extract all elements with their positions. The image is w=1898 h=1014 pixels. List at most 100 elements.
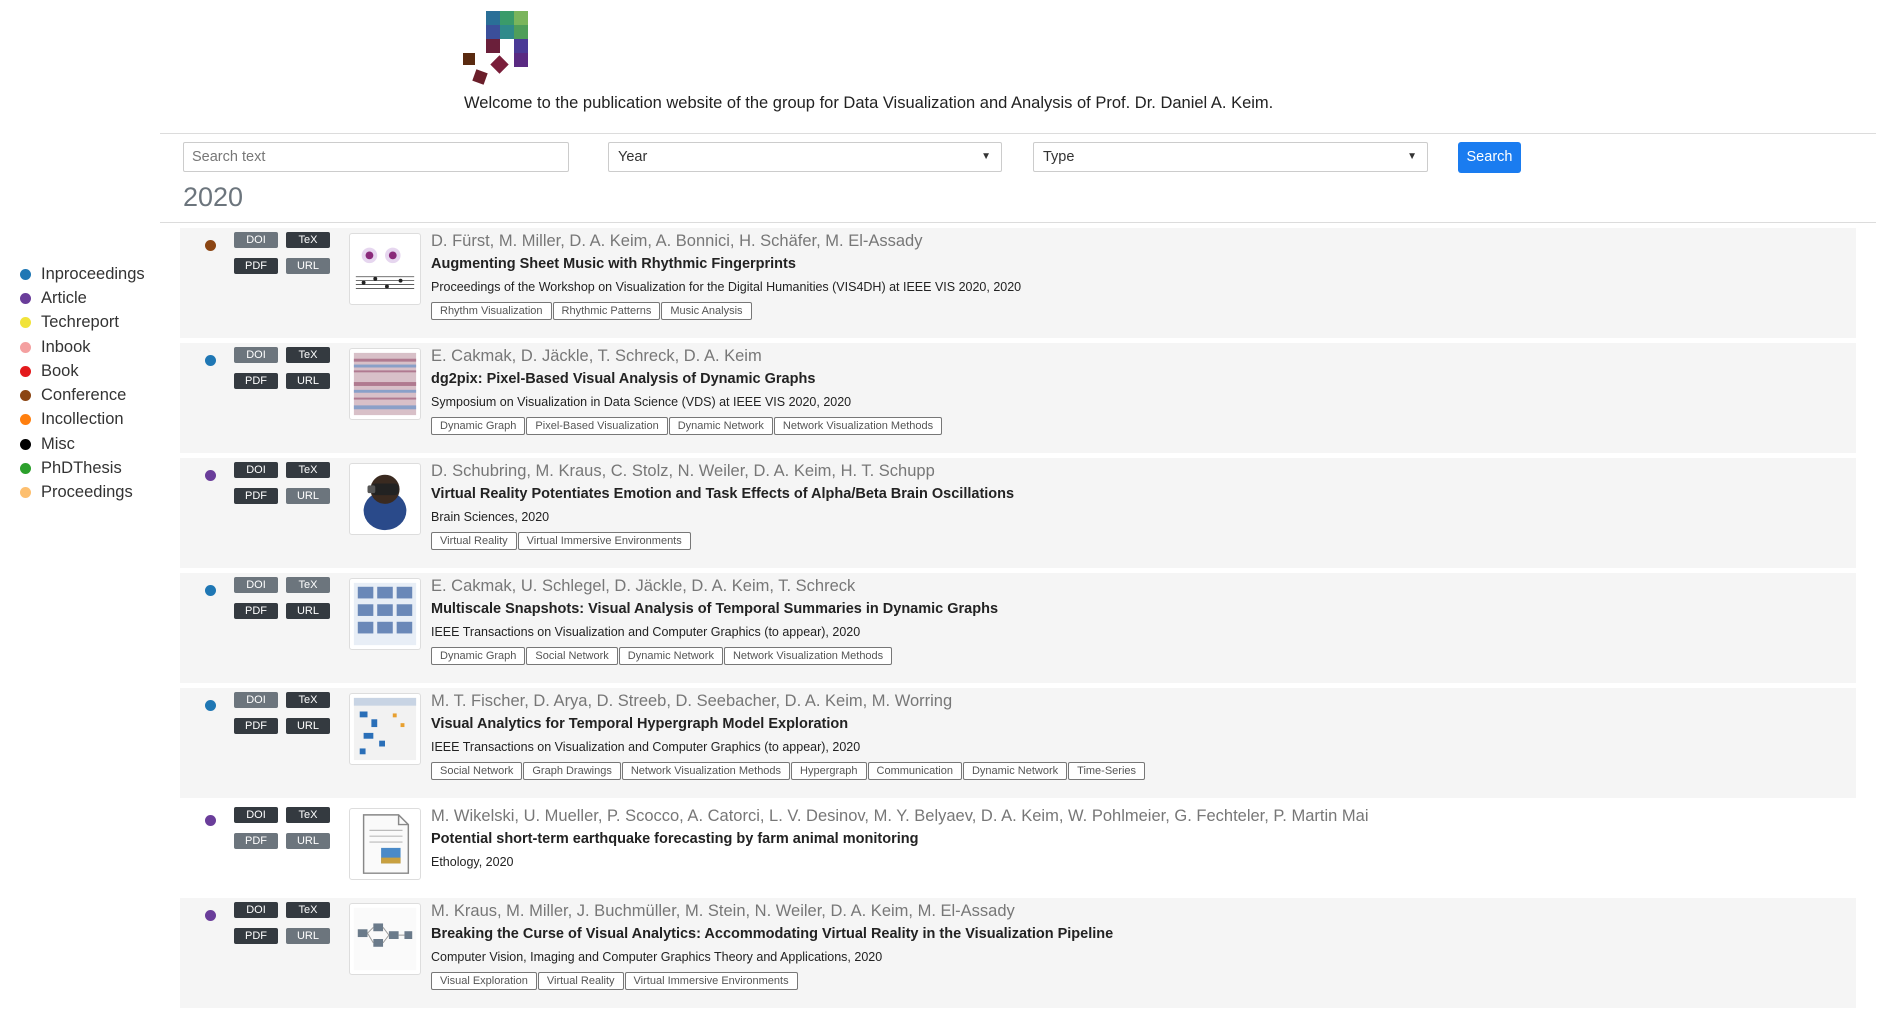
publication-entry: DOI TeX PDF URL E. Cakmak, U. Schlegel, D. J… (180, 573, 1856, 683)
publication-entry: DOI TeX PDF URL M. Kraus, M. Miller, J. Buch… (180, 898, 1856, 1008)
keyword-tag[interactable]: Social Network (526, 647, 618, 665)
tex-button[interactable]: TeX (286, 577, 330, 593)
publication-venue: Symposium on Visualization in Data Scien… (431, 395, 852, 409)
legend-item[interactable]: Proceedings (20, 481, 145, 505)
legend-item[interactable]: Book (20, 359, 145, 383)
publication-title[interactable]: Breaking the Curse of Visual Analytics: … (431, 926, 1113, 942)
legend-label: Book (41, 361, 79, 380)
type-dot-icon (205, 815, 216, 826)
year-select-label: Year (618, 149, 648, 165)
keyword-tag[interactable]: Virtual Reality (431, 532, 517, 550)
url-button[interactable]: URL (286, 488, 330, 504)
keyword-tag[interactable]: Communication (867, 762, 962, 780)
year-heading: 2020 (183, 182, 244, 212)
keyword-tag[interactable]: Virtual Reality (537, 972, 624, 990)
keyword-tag[interactable]: Virtual Immersive Environments (624, 972, 798, 990)
legend-dot-icon (20, 414, 31, 426)
keyword-tag[interactable]: Rhythm Visualization (431, 302, 552, 320)
doi-button[interactable]: DOI (234, 902, 278, 918)
legend-item[interactable]: PhDThesis (20, 456, 145, 480)
pdf-button[interactable]: PDF (234, 603, 278, 619)
snapshot-grid-thumbnail[interactable] (349, 578, 421, 650)
publication-title[interactable]: dg2pix: Pixel-Based Visual Analysis of D… (431, 371, 815, 387)
url-button[interactable]: URL (286, 603, 330, 619)
legend-item[interactable]: Inbook (20, 335, 145, 359)
year-divider (160, 222, 1876, 223)
publication-title[interactable]: Visual Analytics for Temporal Hypergraph… (431, 716, 848, 732)
tex-button[interactable]: TeX (286, 692, 330, 708)
keyword-tag[interactable]: Dynamic Network (668, 417, 773, 435)
legend-item[interactable]: Conference (20, 383, 145, 407)
legend-item[interactable]: Misc (20, 432, 145, 456)
pixel-heatmap-thumbnail[interactable] (349, 348, 421, 420)
legend-dot-icon (20, 268, 31, 280)
legend-dot-icon (20, 292, 31, 304)
keyword-tag[interactable]: Social Network (431, 762, 523, 780)
pdf-button[interactable]: PDF (234, 928, 278, 944)
search-button[interactable]: Search (1458, 142, 1521, 173)
document-thumbnail[interactable] (349, 808, 421, 880)
pdf-button[interactable]: PDF (234, 373, 278, 389)
sheet-music-thumbnail[interactable] (349, 233, 421, 305)
url-button[interactable]: URL (286, 928, 330, 944)
publication-title[interactable]: Virtual Reality Potentiates Emotion and … (431, 486, 1014, 502)
publication-title[interactable]: Potential short-term earthquake forecast… (431, 831, 918, 847)
publication-title[interactable]: Augmenting Sheet Music with Rhythmic Fin… (431, 256, 796, 272)
publication-authors: E. Cakmak, D. Jäckle, T. Schreck, D. A. … (431, 347, 762, 365)
tex-button[interactable]: TeX (286, 807, 330, 823)
keyword-tag[interactable]: Dynamic Graph (431, 647, 526, 665)
tex-button[interactable]: TeX (286, 232, 330, 248)
doi-button[interactable]: DOI (234, 462, 278, 478)
keyword-tag[interactable]: Graph Drawings (523, 762, 621, 780)
publication-venue: IEEE Transactions on Visualization and C… (431, 740, 861, 754)
pdf-button[interactable]: PDF (234, 718, 278, 734)
publication-title[interactable]: Multiscale Snapshots: Visual Analysis of… (431, 601, 998, 617)
tex-button[interactable]: TeX (286, 347, 330, 363)
vr-headset-thumbnail[interactable] (349, 463, 421, 535)
keyword-tag[interactable]: Dynamic Graph (431, 417, 526, 435)
publication-entry: DOI TeX PDF URL M. Wikelski, U. Mueller, P. … (180, 803, 1856, 895)
header-divider (160, 133, 1876, 134)
tex-button[interactable]: TeX (286, 462, 330, 478)
keyword-tag[interactable]: Music Analysis (661, 302, 752, 320)
url-button[interactable]: URL (286, 373, 330, 389)
legend-item[interactable]: Techreport (20, 311, 145, 335)
doi-button[interactable]: DOI (234, 577, 278, 593)
keyword-tag[interactable]: Network Visualization Methods (723, 647, 893, 665)
pdf-button[interactable]: PDF (234, 833, 278, 849)
doi-button[interactable]: DOI (234, 692, 278, 708)
year-select[interactable]: Year ▼ (608, 142, 1002, 172)
legend-item[interactable]: Incollection (20, 408, 145, 432)
legend-item[interactable]: Inproceedings (20, 262, 145, 286)
publication-authors: M. Wikelski, U. Mueller, P. Scocco, A. C… (431, 807, 1369, 825)
publication-authors: M. T. Fischer, D. Arya, D. Streeb, D. Se… (431, 692, 953, 710)
legend-item[interactable]: Article (20, 286, 145, 310)
keyword-tag[interactable]: Time-Series (1068, 762, 1146, 780)
search-input[interactable] (183, 142, 569, 172)
publication-entry: DOI TeX PDF URL D. Schubring, M. Kraus, C. S… (180, 458, 1856, 568)
url-button[interactable]: URL (286, 833, 330, 849)
publication-authors: D. Fürst, M. Miller, D. A. Keim, A. Bonn… (431, 232, 923, 250)
pdf-button[interactable]: PDF (234, 488, 278, 504)
pipeline-diagram-thumbnail[interactable] (349, 903, 421, 975)
pdf-button[interactable]: PDF (234, 258, 278, 274)
publication-venue: Ethology, 2020 (431, 855, 514, 869)
legend-dot-icon (20, 438, 31, 450)
keyword-tag[interactable]: Hypergraph (791, 762, 867, 780)
hypergraph-thumbnail[interactable] (349, 693, 421, 765)
keyword-tag[interactable]: Virtual Immersive Environments (517, 532, 691, 550)
keyword-tag[interactable]: Dynamic Network (962, 762, 1068, 780)
keyword-tag[interactable]: Visual Exploration (431, 972, 537, 990)
url-button[interactable]: URL (286, 258, 330, 274)
type-select[interactable]: Type ▼ (1033, 142, 1428, 172)
doi-button[interactable]: DOI (234, 807, 278, 823)
tex-button[interactable]: TeX (286, 902, 330, 918)
keyword-tag[interactable]: Rhythmic Patterns (552, 302, 661, 320)
doi-button[interactable]: DOI (234, 232, 278, 248)
keyword-tag[interactable]: Dynamic Network (618, 647, 723, 665)
keyword-tag[interactable]: Pixel-Based Visualization (526, 417, 668, 435)
doi-button[interactable]: DOI (234, 347, 278, 363)
keyword-tag[interactable]: Network Visualization Methods (621, 762, 791, 780)
keyword-tag[interactable]: Network Visualization Methods (773, 417, 943, 435)
url-button[interactable]: URL (286, 718, 330, 734)
